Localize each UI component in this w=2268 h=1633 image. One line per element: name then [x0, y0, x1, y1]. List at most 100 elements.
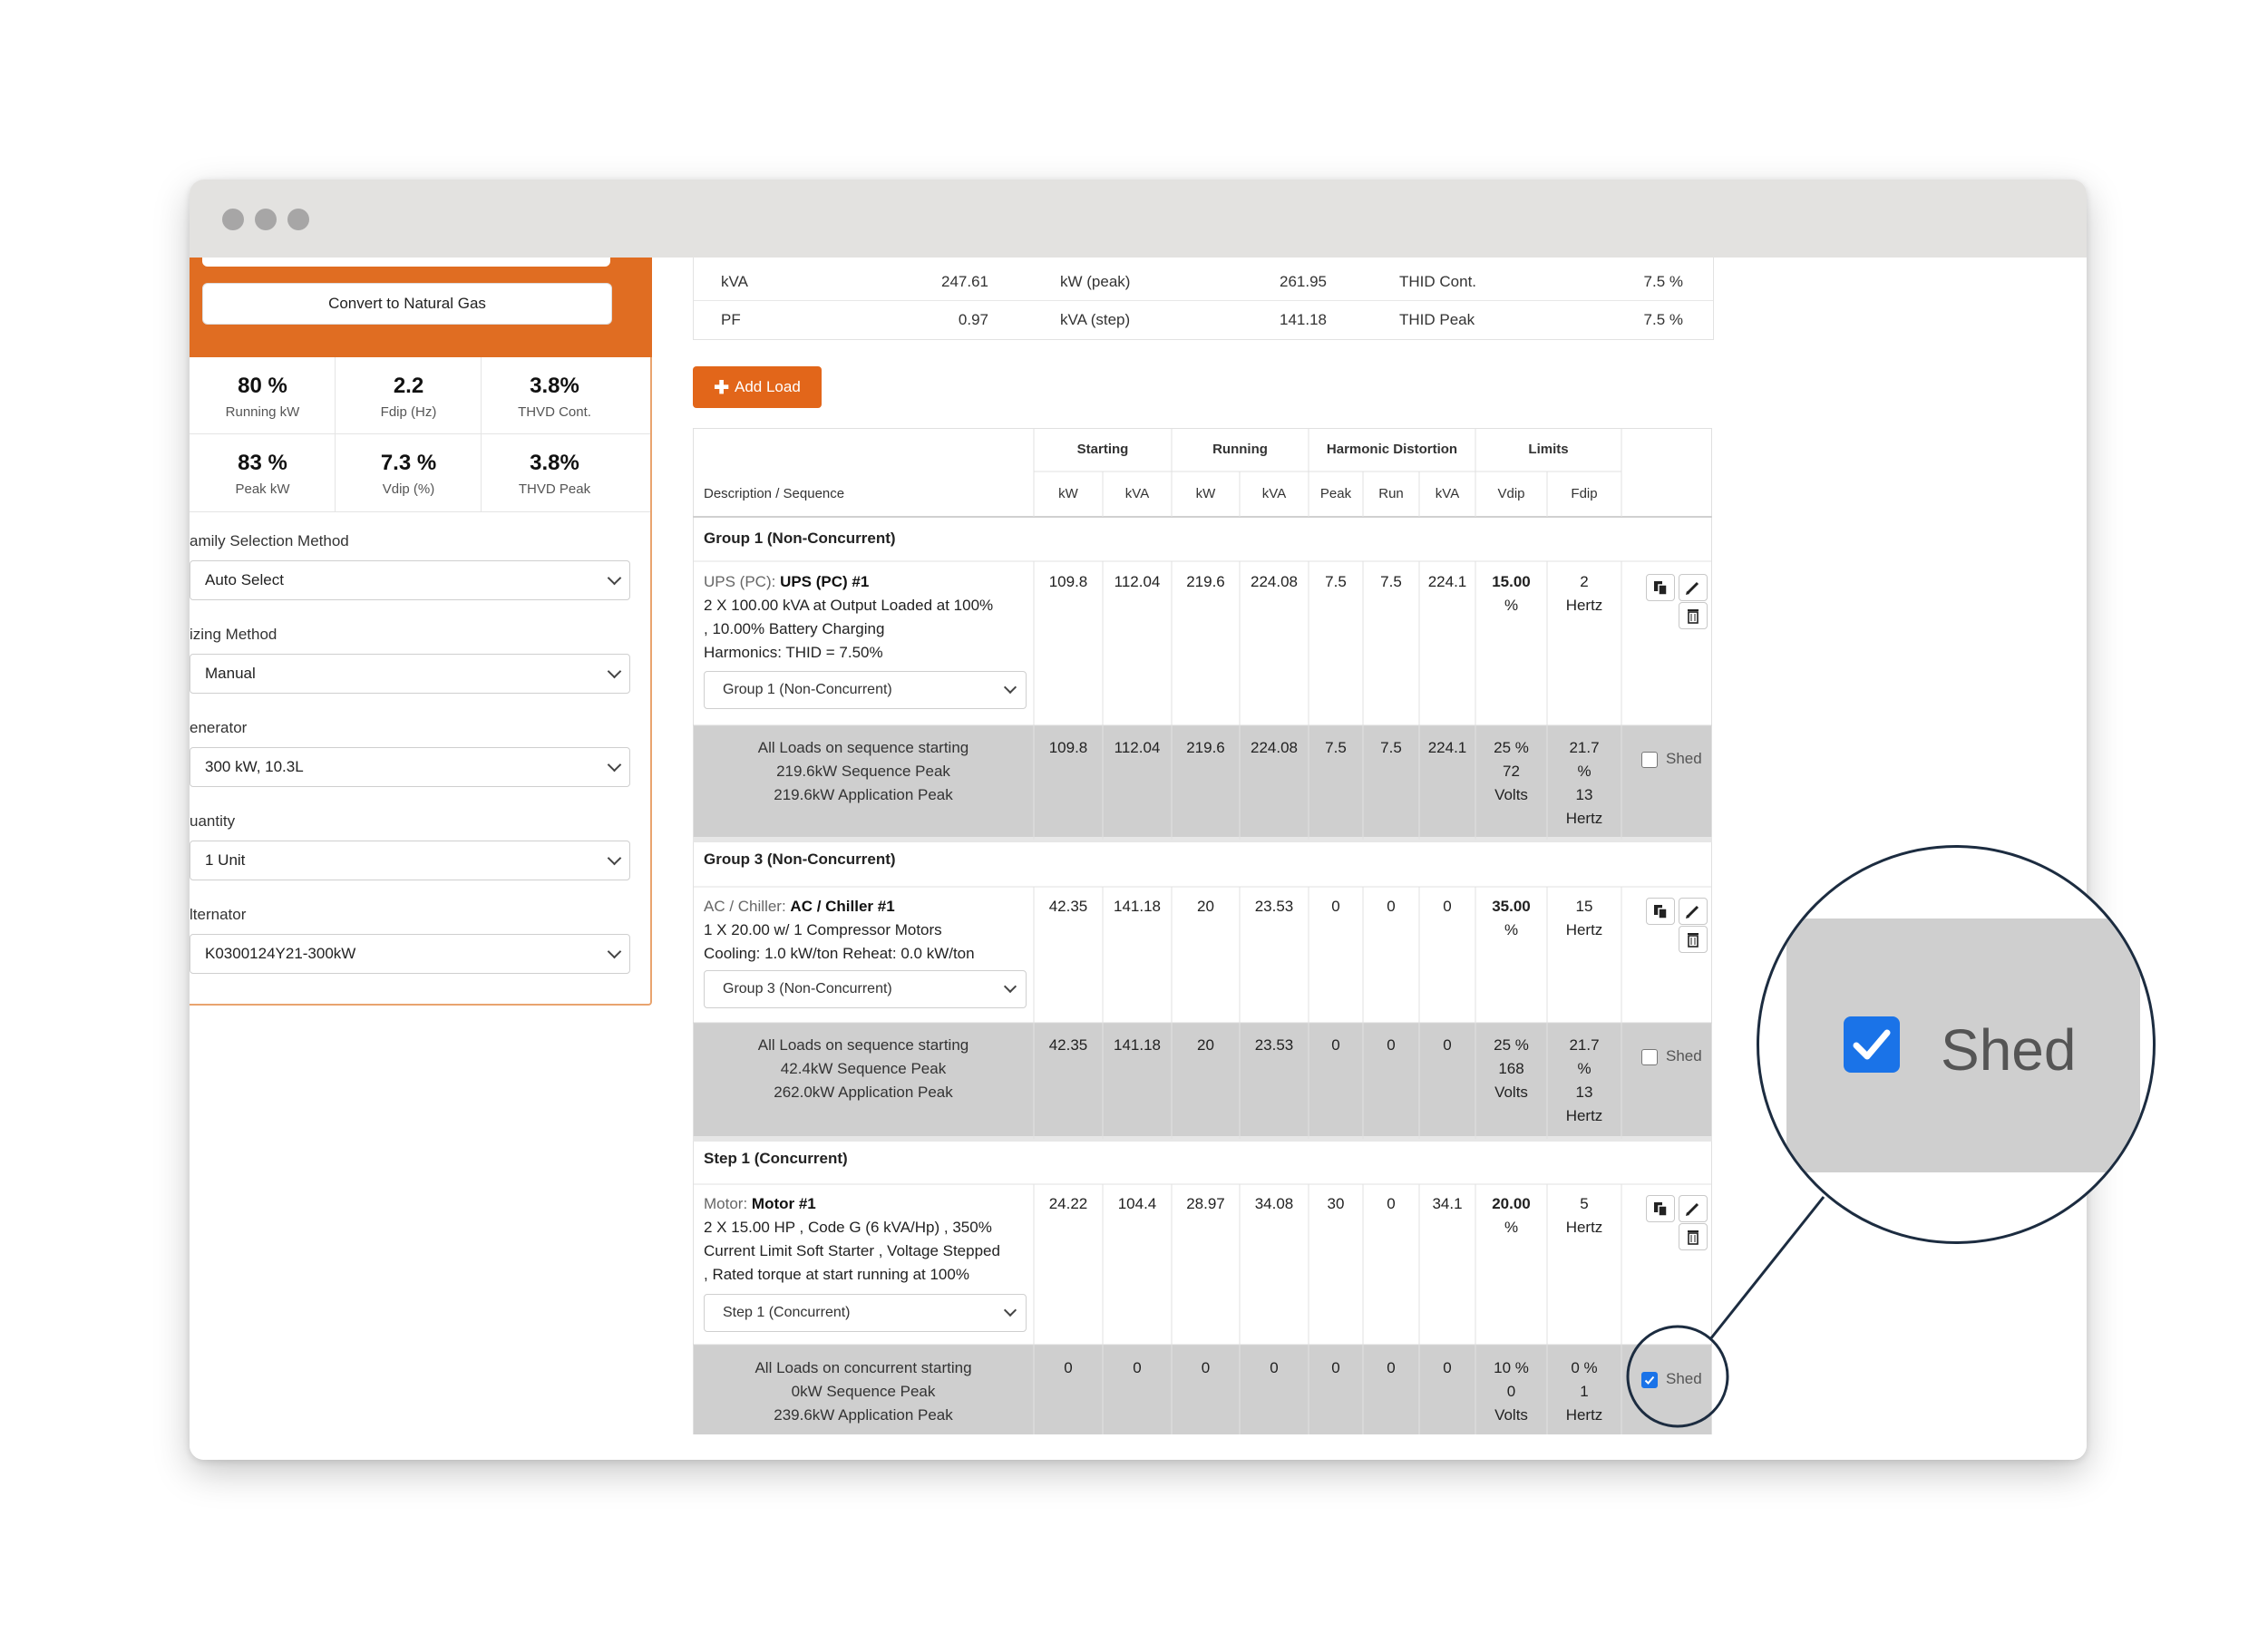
cell-starting-kva: 141.18 — [1114, 898, 1161, 915]
select-value: Group 3 (Non-Concurrent) — [723, 981, 892, 996]
alternator-select[interactable]: K0300124Y21-300kW — [190, 934, 630, 974]
group-title: Step 1 (Concurrent) — [704, 1150, 848, 1167]
sequence-select[interactable]: Group 3 (Non-Concurrent) — [704, 970, 1027, 1008]
copy-icon — [1654, 581, 1668, 596]
fdip-line: 21.7 — [1569, 739, 1600, 756]
col-running-kw: kW — [1195, 486, 1216, 501]
header-starting: Starting — [1076, 442, 1129, 457]
summary-line: All Loads on sequence starting — [757, 1036, 969, 1054]
pencil-icon — [1686, 905, 1699, 919]
vdip-unit: % — [1504, 597, 1519, 614]
shed-label: Shed — [1666, 1370, 1702, 1387]
cell-running-kva: 224.08 — [1251, 573, 1298, 590]
vdip-unit: % — [1504, 921, 1519, 938]
convert-natural-gas-button[interactable]: Convert to Natural Gas — [202, 283, 612, 325]
copy-button[interactable] — [1646, 1195, 1675, 1222]
cell-starting-kva: 0 — [1133, 1359, 1142, 1376]
vdip-line: 168 — [1498, 1060, 1524, 1077]
cell-running-kw: 28.97 — [1186, 1195, 1225, 1212]
load-detail: Current Limit Soft Starter , Voltage Ste… — [704, 1242, 1000, 1259]
generator-select[interactable]: 300 kW, 10.3L — [190, 747, 630, 787]
shed-checkbox[interactable] — [1641, 752, 1658, 768]
shed-label: Shed — [1666, 750, 1702, 767]
chevron-down-icon — [1003, 1303, 1017, 1317]
loads-table: Starting Running Harmonic Distortion Lim… — [693, 428, 1712, 1434]
cell-hd-run: 7.5 — [1380, 739, 1402, 756]
load-detail: 2 X 100.00 kVA at Output Loaded at 100% — [704, 597, 994, 614]
edit-button[interactable] — [1679, 574, 1708, 601]
cell-starting-kva: 141.18 — [1114, 1036, 1161, 1054]
load-name: UPS (PC) #1 — [780, 573, 870, 590]
chevron-down-icon — [607, 944, 622, 959]
shed-checkbox[interactable] — [1641, 1372, 1658, 1388]
load-detail: 2 X 15.00 HP , Code G (6 kVA/Hp) , 350% — [704, 1219, 992, 1236]
summary-line: 219.6kW Application Peak — [774, 786, 953, 803]
fdip-line: 0 % — [1571, 1359, 1598, 1376]
cell-hd-kva: 0 — [1443, 898, 1452, 915]
family-selection-label: amily Selection Method — [190, 532, 349, 549]
chevron-down-icon — [1003, 680, 1017, 695]
summary-value: 0.97 — [958, 311, 988, 328]
load-category: UPS (PC): — [704, 573, 781, 590]
delete-button[interactable] — [1679, 926, 1708, 953]
stat-label: THVD Cont. — [518, 404, 591, 420]
chevron-down-icon — [607, 664, 622, 679]
vdip-line: Volts — [1494, 1406, 1528, 1424]
add-load-label: Add Load — [734, 378, 801, 395]
summary-label: kVA — [721, 273, 748, 290]
cell-hd-kva: 224.1 — [1427, 573, 1467, 590]
cell-running-kw: 20 — [1197, 898, 1214, 915]
sequence-select[interactable]: Step 1 (Concurrent) — [704, 1294, 1027, 1332]
sizing-method-select[interactable]: Manual — [190, 654, 630, 694]
cell-hd-peak: 7.5 — [1325, 573, 1347, 590]
stat-label: Running kW — [225, 404, 300, 420]
shed-checkbox[interactable] — [1641, 1049, 1658, 1065]
stat-label: Fdip (Hz) — [380, 404, 437, 420]
select-value: Manual — [205, 665, 256, 682]
cell-hd-peak: 0 — [1331, 1036, 1340, 1054]
trash-icon — [1688, 933, 1699, 948]
plus-icon: ✚ — [714, 377, 729, 398]
cell-fdip: 21.7 % 13 Hertz — [1547, 1034, 1621, 1128]
fdip-line: Hertz — [1565, 1107, 1603, 1124]
copy-button[interactable] — [1646, 574, 1675, 601]
sequence-select[interactable]: Group 1 (Non-Concurrent) — [704, 671, 1027, 709]
cell-fdip: 21.7 % 13 Hertz — [1547, 736, 1621, 831]
header-running: Running — [1212, 442, 1268, 457]
copy-icon — [1654, 905, 1668, 919]
generator-summary-table: kVA 247.61 kW (peak) 261.95 THID Cont. 7… — [693, 258, 1714, 340]
sizing-method-label: izing Method — [190, 626, 277, 643]
browser-window: Convert to Natural Gas 80 % Running kW 2… — [190, 180, 2087, 1460]
select-value: K0300124Y21-300kW — [205, 945, 356, 962]
trash-icon — [1688, 609, 1699, 624]
stat-label: Vdip (%) — [382, 481, 435, 497]
panel-header: Convert to Natural Gas — [190, 258, 652, 357]
alternator-label: lternator — [190, 906, 247, 923]
edit-button[interactable] — [1679, 898, 1708, 925]
panel-top-button[interactable] — [202, 258, 610, 267]
col-starting-kva: kVA — [1124, 486, 1150, 501]
delete-button[interactable] — [1679, 602, 1708, 629]
close-window-dot[interactable] — [222, 209, 244, 230]
family-selection-select[interactable]: Auto Select — [190, 560, 630, 600]
quantity-select[interactable]: 1 Unit — [190, 841, 630, 880]
copy-button[interactable] — [1646, 898, 1675, 925]
copy-icon — [1654, 1202, 1668, 1217]
cell-fdip: 5 Hertz — [1547, 1192, 1621, 1239]
fdip-line: Hertz — [1565, 810, 1603, 827]
edit-button[interactable] — [1679, 1195, 1708, 1222]
delete-button[interactable] — [1679, 1223, 1708, 1250]
vdip-line: 25 % — [1494, 739, 1529, 756]
stat-label: THVD Peak — [518, 481, 591, 497]
stat-value: 3.8% — [530, 451, 579, 475]
group-title: Group 3 (Non-Concurrent) — [704, 851, 896, 868]
minimize-window-dot[interactable] — [255, 209, 277, 230]
cell-running-kva: 34.08 — [1254, 1195, 1294, 1212]
add-load-button[interactable]: ✚ Add Load — [693, 366, 822, 408]
generator-sizing-panel: Convert to Natural Gas 80 % Running kW 2… — [190, 258, 652, 1006]
summary-line: 42.4kW Sequence Peak — [780, 1060, 947, 1077]
cell-running-kva: 0 — [1270, 1359, 1279, 1376]
maximize-window-dot[interactable] — [287, 209, 309, 230]
window-titlebar — [190, 180, 2087, 258]
summary-value: 141.18 — [1280, 311, 1327, 328]
